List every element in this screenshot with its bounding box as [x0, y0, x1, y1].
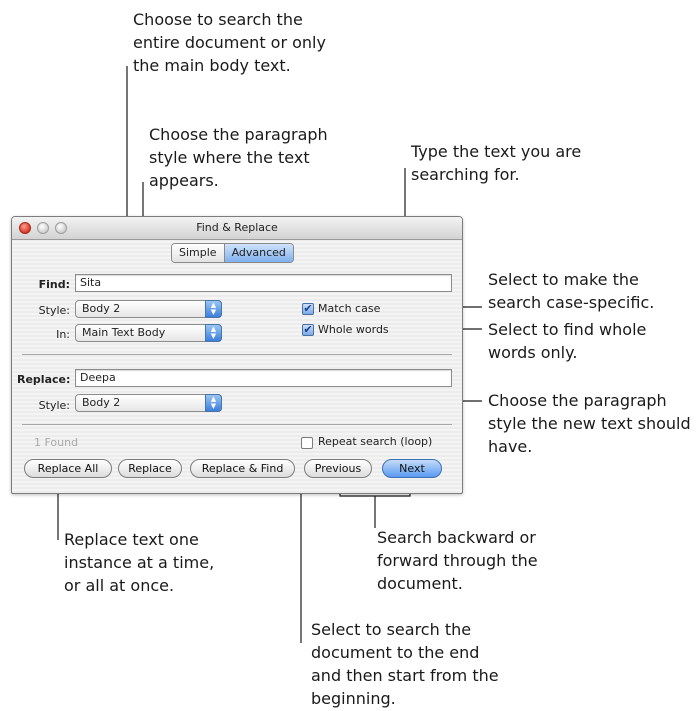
- tab-advanced[interactable]: Advanced: [224, 244, 293, 262]
- callout-search-direction: Search backward or forward through the d…: [377, 528, 538, 593]
- in-label: In:: [56, 328, 70, 341]
- divider: [22, 424, 452, 425]
- replace-label: Replace:: [17, 373, 71, 386]
- title-bar: Find & Replace: [12, 217, 462, 240]
- replace-style-label: Style:: [38, 399, 70, 412]
- match-case-label[interactable]: Match case: [318, 302, 380, 315]
- up-down-arrows-icon: ▲ ▼: [205, 394, 222, 412]
- callout-whole-words: Select to find whole words only.: [488, 320, 647, 362]
- callout-paragraph-style: Choose the paragraph style where the tex…: [149, 125, 328, 190]
- replace-button[interactable]: Replace: [118, 459, 182, 478]
- replace-and-find-button[interactable]: Replace & Find: [190, 459, 295, 478]
- find-input[interactable]: Sita: [75, 274, 452, 292]
- replace-style-popup[interactable]: Body 2 ▲ ▼: [75, 394, 222, 412]
- find-style-value: Body 2: [82, 302, 121, 315]
- window-title: Find & Replace: [196, 221, 278, 234]
- callout-search-scope: Choose to search the entire document or …: [133, 10, 326, 75]
- replace-input[interactable]: Deepa: [75, 369, 452, 387]
- find-style-label: Style:: [38, 304, 70, 317]
- find-replace-window: Find & Replace Simple Advanced Find: Sit…: [11, 216, 463, 494]
- callout-replace-one: Replace text one instance at a time, or …: [64, 530, 215, 595]
- in-popup[interactable]: Main Text Body ▲ ▼: [75, 324, 222, 342]
- up-down-arrows-icon: ▲ ▼: [205, 300, 222, 318]
- replace-all-button[interactable]: Replace All: [24, 459, 112, 478]
- in-value: Main Text Body: [82, 326, 166, 339]
- callout-replace-style: Choose the paragraph style the new text …: [488, 391, 691, 456]
- find-label: Find:: [38, 278, 70, 291]
- up-down-arrows-icon: ▲ ▼: [205, 324, 222, 342]
- find-style-popup[interactable]: Body 2 ▲ ▼: [75, 300, 222, 318]
- whole-words-checkbox[interactable]: ✔: [302, 324, 314, 336]
- whole-words-label[interactable]: Whole words: [318, 323, 389, 336]
- checkmark-icon: ✔: [303, 323, 313, 336]
- callout-loop: Select to search the document to the end…: [311, 620, 499, 708]
- checkmark-icon: ✔: [303, 302, 313, 315]
- match-case-checkbox[interactable]: ✔: [302, 303, 314, 315]
- callout-type-text: Type the text you are searching for.: [411, 142, 582, 184]
- replace-style-value: Body 2: [82, 396, 121, 409]
- previous-button[interactable]: Previous: [304, 459, 372, 478]
- divider: [22, 354, 452, 355]
- callout-match-case: Select to make the search case-specific.: [488, 270, 655, 312]
- repeat-search-checkbox[interactable]: [301, 437, 313, 449]
- tab-simple[interactable]: Simple: [172, 244, 225, 262]
- found-status: 1 Found: [34, 436, 79, 449]
- mode-segmented-control: Simple Advanced: [171, 243, 294, 263]
- repeat-search-label[interactable]: Repeat search (loop): [318, 435, 432, 448]
- next-button[interactable]: Next: [382, 459, 442, 478]
